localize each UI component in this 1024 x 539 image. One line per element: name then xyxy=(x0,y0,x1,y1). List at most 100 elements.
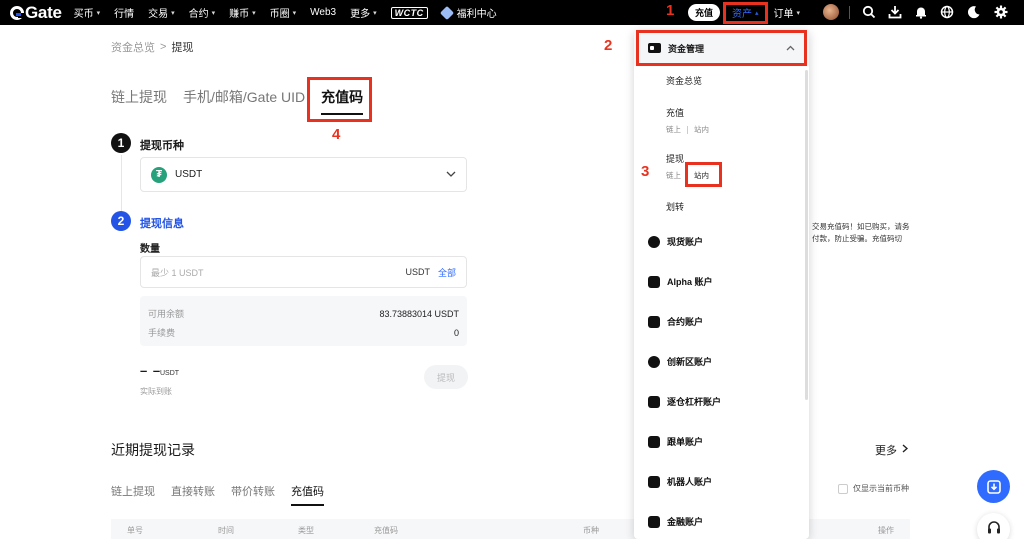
nav-buy-crypto[interactable]: 买币 ▾ xyxy=(74,5,101,20)
customer-support-button[interactable] xyxy=(977,513,1010,539)
records-tab-direct-transfer[interactable]: 直接转账 xyxy=(171,483,215,499)
moon-icon[interactable] xyxy=(966,4,982,20)
available-balance: 83.73883014 USDT xyxy=(379,308,459,319)
withdraw-submit-button[interactable]: 提现 xyxy=(424,365,468,389)
menu-copy-trading-account[interactable]: 跟单账户 xyxy=(648,435,703,448)
amount-placeholder: 最少 1 USDT xyxy=(151,267,204,278)
download-icon xyxy=(986,479,1001,494)
max-amount-button[interactable]: 全部 xyxy=(438,266,456,279)
annotation-number-2: 2 xyxy=(604,37,613,54)
robot-icon xyxy=(648,475,660,488)
gate-logo-icon xyxy=(10,5,24,20)
nav-earn[interactable]: 赚币 ▾ xyxy=(229,5,256,20)
gate-logo[interactable]: Gate xyxy=(10,3,62,23)
annotation-box-fund-management xyxy=(636,30,807,66)
copy-trading-icon xyxy=(648,435,660,448)
tether-icon: ₮ xyxy=(151,166,167,183)
nav-square[interactable]: 币圈 ▾ xyxy=(270,5,297,20)
floating-action-button[interactable] xyxy=(977,470,1010,503)
deposit-button[interactable]: 充值 xyxy=(688,4,720,21)
arrival-label: 实际到账 xyxy=(140,387,172,396)
bell-icon[interactable] xyxy=(913,4,929,20)
step-2-indicator: 2 xyxy=(111,211,131,231)
caret-down-icon: ▾ xyxy=(211,9,216,17)
gear-icon[interactable] xyxy=(993,4,1009,20)
wctc-banner[interactable]: WCTC xyxy=(390,6,428,19)
caret-down-icon: ▾ xyxy=(373,9,377,17)
chevron-down-icon xyxy=(446,169,456,180)
nav-web3[interactable]: Web3 xyxy=(310,7,336,18)
nav-orders[interactable]: 订单 ▾ xyxy=(774,5,801,20)
assets-dropdown-menu: 资金管理 资金总览 充值 链上 站内 提现 链上 站内 划转 现货账户 Alph… xyxy=(634,30,809,539)
annotation-box-assets xyxy=(723,2,768,24)
col-type: 类型 xyxy=(298,526,314,535)
amount-input[interactable]: 最少 1 USDT USDT 全部 xyxy=(140,256,467,288)
col-deposit-code: 充值码 xyxy=(374,526,398,535)
innovation-account-icon xyxy=(648,355,660,368)
col-actions: 操作 xyxy=(878,526,894,535)
amount-label: 数量 xyxy=(140,244,160,255)
arrival-unit: USDT xyxy=(160,370,180,377)
fee-value: 0 xyxy=(453,327,459,338)
breadcrumb-overview[interactable]: 资金总览 xyxy=(111,39,155,55)
tab-phone-email-uid[interactable]: 手机/邮箱/Gate UID xyxy=(183,87,305,107)
tab-onchain-withdraw[interactable]: 链上提现 xyxy=(111,87,167,107)
nav-trade[interactable]: 交易 ▾ xyxy=(148,5,175,20)
arrival-amount: – – xyxy=(140,363,162,378)
only-current-coin-toggle[interactable]: 仅显示当前币种 xyxy=(838,483,909,494)
spot-account-icon xyxy=(648,235,660,248)
annotation-number-4: 4 xyxy=(332,126,341,143)
menu-isolated-margin-account[interactable]: 逐仓杠杆账户 xyxy=(648,395,721,408)
col-currency: 币种 xyxy=(583,526,599,535)
caret-down-icon: ▾ xyxy=(796,9,801,17)
menu-futures-account[interactable]: 合约账户 xyxy=(648,315,703,328)
selected-coin: USDT xyxy=(175,169,203,180)
globe-icon[interactable] xyxy=(939,4,955,20)
step-1-title: 提现币种 xyxy=(140,140,184,152)
menu-withdraw[interactable]: 提现 xyxy=(666,152,684,165)
amount-unit: USDT xyxy=(405,267,430,277)
caret-down-icon: ▾ xyxy=(171,9,175,17)
step-1-indicator: 1 xyxy=(111,133,131,153)
records-tab-deposit-code[interactable]: 充值码 xyxy=(291,483,324,506)
balance-info: 可用余额 83.73883014 USDT 手续费 0 xyxy=(140,296,467,346)
finance-account-icon xyxy=(648,515,660,528)
menu-finance-account[interactable]: 金融账户 xyxy=(648,515,703,528)
menu-fund-overview[interactable]: 资金总览 xyxy=(666,74,702,87)
coin-select[interactable]: ₮ USDT xyxy=(140,157,467,192)
chevron-right-icon xyxy=(902,444,909,456)
nav-markets[interactable]: 行情 xyxy=(114,5,134,20)
nav-more[interactable]: 更多 ▾ xyxy=(350,5,377,20)
menu-innovation-account[interactable]: 创新区账户 xyxy=(648,355,712,368)
menu-deposit[interactable]: 充值 xyxy=(666,106,684,119)
nav-futures[interactable]: 合约 ▾ xyxy=(189,5,216,20)
menu-transfer[interactable]: 划转 xyxy=(666,200,684,213)
search-icon[interactable] xyxy=(861,4,877,20)
menu-alpha-account[interactable]: Alpha 账户 xyxy=(648,275,713,288)
caret-down-icon: ▾ xyxy=(252,9,256,17)
annotation-box-deposit-code-tab xyxy=(307,77,372,122)
col-time: 时间 xyxy=(218,526,234,535)
menu-deposit-internal[interactable]: 站内 xyxy=(694,124,709,135)
nav-welfare-center[interactable]: 福利中心 xyxy=(439,5,497,20)
records-tab-onchain[interactable]: 链上提现 xyxy=(111,483,155,499)
menu-deposit-onchain[interactable]: 链上 xyxy=(666,124,681,135)
col-order-id: 单号 xyxy=(127,526,143,535)
records-tab-priced-transfer[interactable]: 带价转账 xyxy=(231,483,275,499)
step-2-title: 提现信息 xyxy=(140,218,184,230)
headset-icon xyxy=(987,521,1000,534)
more-link[interactable]: 更多 xyxy=(875,442,909,458)
menu-spot-account[interactable]: 现货账户 xyxy=(648,235,703,248)
caret-down-icon: ▾ xyxy=(292,9,297,17)
checkbox[interactable] xyxy=(838,483,848,494)
download-icon[interactable] xyxy=(887,4,903,20)
breadcrumb-separator: > xyxy=(160,41,167,53)
breadcrumb-current: 提现 xyxy=(171,42,194,54)
menu-withdraw-onchain[interactable]: 链上 xyxy=(666,170,681,181)
records-tabs: 链上提现 直接转账 带价转账 充值码 xyxy=(111,483,340,506)
avatar[interactable] xyxy=(823,4,839,20)
menu-scrollbar[interactable] xyxy=(805,70,808,400)
menu-bot-account[interactable]: 机器人账户 xyxy=(648,475,712,488)
step-connector xyxy=(121,155,122,211)
fee-row: 手续费 0 xyxy=(148,327,459,339)
